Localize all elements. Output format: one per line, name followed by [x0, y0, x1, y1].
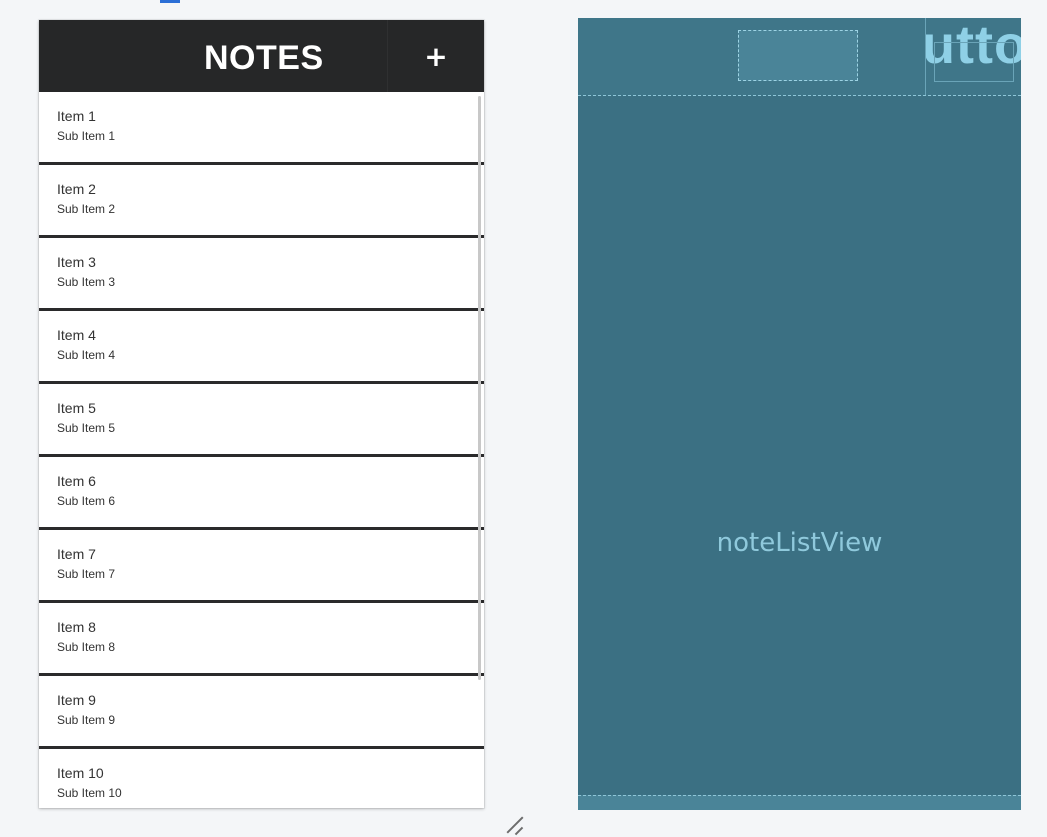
list-item[interactable]: Item 5 Sub Item 5 — [39, 384, 484, 457]
top-accent-bar — [160, 0, 180, 3]
item-title: Item 8 — [57, 619, 96, 635]
item-subtitle: Sub Item 1 — [57, 129, 116, 143]
item-subtitle: Sub Item 8 — [57, 640, 116, 654]
item-title: Item 2 — [57, 181, 96, 197]
item-subtitle: Sub Item 5 — [57, 421, 116, 435]
resize-handle-line — [506, 816, 524, 834]
item-title: Item 3 — [57, 254, 96, 270]
add-note-button[interactable]: + — [387, 20, 484, 92]
blueprint-preview[interactable]: utto noteListView — [578, 18, 1021, 810]
item-title: Item 10 — [57, 765, 104, 781]
app-header: NOTES + — [39, 20, 484, 92]
list-item[interactable]: Item 1 Sub Item 1 — [39, 92, 484, 165]
resize-handle-line — [514, 826, 524, 836]
list-item[interactable]: Item 9 Sub Item 9 — [39, 676, 484, 749]
blueprint-title-placeholder[interactable] — [738, 30, 858, 81]
item-subtitle: Sub Item 10 — [57, 786, 122, 800]
item-title: Item 7 — [57, 546, 96, 562]
item-subtitle: Sub Item 4 — [57, 348, 116, 362]
item-title: Item 4 — [57, 327, 96, 343]
item-title: Item 1 — [57, 108, 96, 124]
notes-list[interactable]: Item 1 Sub Item 1 Item 2 Sub Item 2 Item… — [39, 92, 484, 808]
blueprint-list-view[interactable]: noteListView — [578, 96, 1021, 810]
item-subtitle: Sub Item 3 — [57, 275, 116, 289]
item-title: Item 6 — [57, 473, 96, 489]
item-subtitle: Sub Item 2 — [57, 202, 116, 216]
list-item[interactable]: Item 8 Sub Item 8 — [39, 603, 484, 676]
list-item[interactable]: Item 10 Sub Item 10 — [39, 749, 484, 808]
item-subtitle: Sub Item 6 — [57, 494, 116, 508]
layout-editor-canvas: NOTES + Item 1 Sub Item 1 Item 2 Sub Ite… — [0, 0, 1047, 837]
list-item[interactable]: Item 3 Sub Item 3 — [39, 238, 484, 311]
design-preview[interactable]: NOTES + Item 1 Sub Item 1 Item 2 Sub Ite… — [39, 20, 484, 808]
app-title: NOTES — [204, 39, 324, 77]
list-scrollbar[interactable] — [478, 96, 481, 680]
blueprint-bottom-strip — [578, 795, 1021, 810]
list-item[interactable]: Item 6 Sub Item 6 — [39, 457, 484, 530]
list-item[interactable]: Item 4 Sub Item 4 — [39, 311, 484, 384]
item-title: Item 5 — [57, 400, 96, 416]
item-title: Item 9 — [57, 692, 96, 708]
blueprint-button[interactable]: utto — [925, 18, 1021, 95]
blueprint-header[interactable]: utto — [578, 18, 1021, 96]
item-subtitle: Sub Item 9 — [57, 713, 116, 727]
list-item[interactable]: Item 2 Sub Item 2 — [39, 165, 484, 238]
item-subtitle: Sub Item 7 — [57, 567, 116, 581]
blueprint-list-view-id: noteListView — [716, 528, 883, 558]
resize-handle-icon[interactable] — [500, 812, 528, 836]
list-item[interactable]: Item 7 Sub Item 7 — [39, 530, 484, 603]
blueprint-button-inner-outline — [934, 42, 1014, 82]
